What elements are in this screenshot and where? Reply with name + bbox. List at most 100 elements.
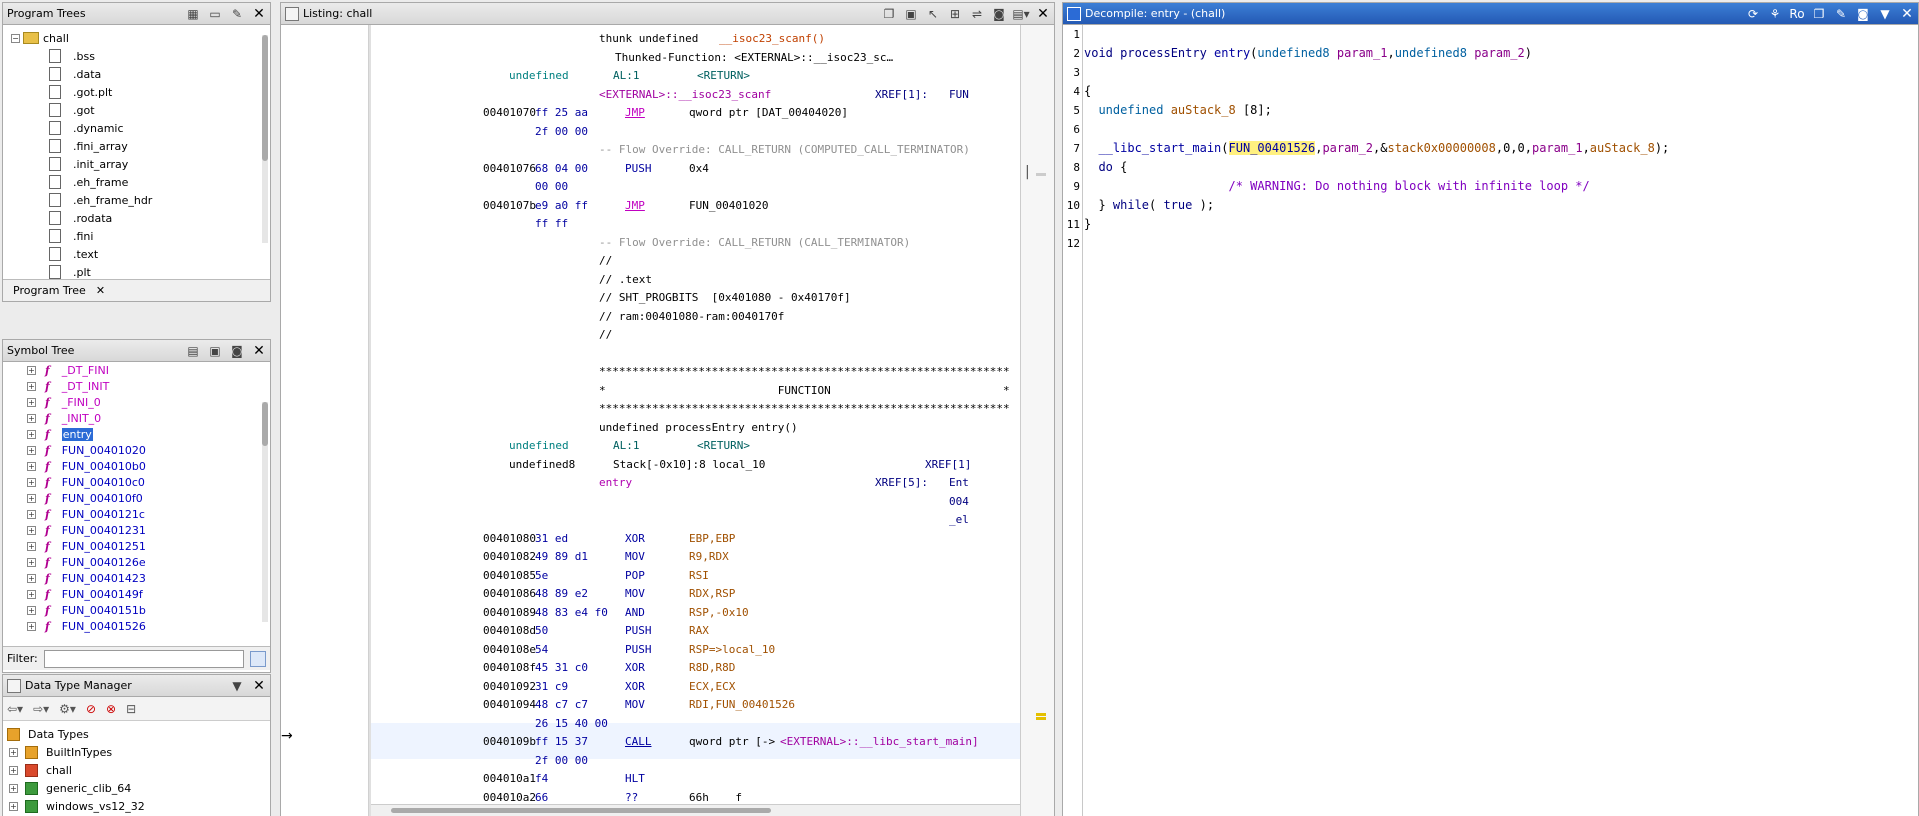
expand-icon[interactable]: +	[9, 765, 18, 775]
listing-cell[interactable]: 00401070	[483, 104, 536, 122]
symbol-tree-item[interactable]: + f FUN_00401251	[3, 538, 270, 554]
data-type-archive-item[interactable]: + chall	[3, 761, 270, 779]
code-token[interactable]: {	[1113, 160, 1127, 174]
decompiled-code[interactable]: void processEntry entry (undefined8 param…	[1084, 25, 1918, 816]
open-folder-icon[interactable]: ▭	[206, 5, 224, 23]
code-token[interactable]: param_1	[1337, 46, 1388, 60]
listing-cell[interactable]: RSP,-0x10	[689, 604, 749, 622]
expand-icon[interactable]: +	[9, 801, 18, 811]
data-type-archive-item[interactable]: + BuiltInTypes	[3, 743, 270, 761]
listing-cell[interactable]: * FUNCTION *	[599, 382, 1010, 400]
listing-cell[interactable]: ECX,ECX	[689, 678, 735, 696]
code-token[interactable]: void	[1084, 46, 1120, 60]
listing-cell[interactable]: undefined processEntry entry()	[599, 419, 798, 437]
listing-cell[interactable]: 49 89 d1	[535, 548, 588, 566]
symbol-tree-scrollbar[interactable]	[262, 402, 268, 622]
code-token[interactable]: param_1	[1532, 141, 1583, 155]
listing-cell[interactable]: ff ff	[535, 215, 568, 233]
listing-cell[interactable]: 48 89 e2	[535, 585, 588, 603]
listing-cell[interactable]: qword ptr [->	[689, 733, 775, 751]
listing-horizontal-scrollbar[interactable]	[371, 804, 1020, 816]
listing-cell[interactable]: 5e	[535, 567, 548, 585]
filter-arrays-icon[interactable]: ⊘	[86, 702, 96, 716]
snapshot-icon[interactable]: ◙	[990, 5, 1008, 23]
listing-cell[interactable]: XOR	[625, 678, 645, 696]
listing-cell[interactable]: 00 00	[535, 178, 568, 196]
listing-cell[interactable]: RSI	[689, 567, 709, 585]
scrollbar-thumb[interactable]	[262, 35, 268, 161]
listing-cell[interactable]: undefined8	[509, 456, 575, 474]
listing-cell[interactable]: PUSH	[625, 641, 652, 659]
code-token[interactable]: undefined8	[1257, 46, 1336, 60]
expand-icon[interactable]: +	[27, 381, 36, 391]
expand-icon[interactable]: +	[27, 493, 36, 503]
code-token[interactable]: ,&	[1373, 141, 1387, 155]
paste-icon[interactable]: ▣	[902, 5, 920, 23]
listing-cell[interactable]: R9,RDX	[689, 548, 729, 566]
symbol-tree-item[interactable]: + f FUN_004010b0	[3, 458, 270, 474]
expand-icon[interactable]: +	[9, 783, 18, 793]
listing-cell[interactable]: __isoc23_scanf()	[719, 30, 825, 48]
code-token[interactable]: auStack_8	[1171, 103, 1236, 117]
options-icon[interactable]: ▤▾	[1012, 5, 1030, 23]
listing-cell[interactable]: 68 04 00	[535, 160, 588, 178]
listing-cell[interactable]: <EXTERNAL>::__isoc23_scanf	[599, 86, 771, 104]
collapse-icon[interactable]: −	[11, 33, 20, 43]
listing-cell[interactable]: //	[599, 252, 612, 270]
symbol-tree-item[interactable]: + f FUN_00401423	[3, 570, 270, 586]
expand-icon[interactable]: +	[27, 413, 36, 423]
code-token[interactable]: stack0x00000008	[1387, 141, 1495, 155]
listing-cell[interactable]: MOV	[625, 696, 645, 714]
listing-cell[interactable]: PUSH	[625, 160, 652, 178]
expand-icon[interactable]: +	[27, 605, 36, 615]
close-tab-icon[interactable]: ✕	[96, 284, 105, 297]
expand-icon[interactable]: +	[9, 747, 18, 757]
code-token[interactable]: );	[1192, 198, 1214, 212]
listing-cell[interactable]: // SHT_PROGBITS [0x401080 - 0x40170f]	[599, 289, 851, 307]
copy-icon[interactable]: ❐	[1810, 5, 1828, 23]
code-line[interactable]: __libc_start_main(FUN_00401526, param_2,&…	[1084, 139, 1918, 158]
listing-cell[interactable]: 0040107b	[483, 197, 536, 215]
symbol-tree-item[interactable]: + f _FINI_0	[3, 394, 270, 410]
listing-cell[interactable]: 004010a1	[483, 770, 536, 788]
listing-cell[interactable]: -- Flow Override: CALL_RETURN (COMPUTED_…	[599, 141, 970, 159]
listing-cell[interactable]: f4	[535, 770, 548, 788]
listing-cell[interactable]: 2f 00 00	[535, 752, 588, 770]
collapse-all-icon[interactable]: ⊟	[126, 702, 136, 716]
listing-cell[interactable]: _el	[949, 511, 969, 529]
listing-cell[interactable]: ff 25 aa	[535, 104, 588, 122]
listing-cell[interactable]: 00401076	[483, 160, 536, 178]
tree-section-item[interactable]: .fini_array	[3, 137, 270, 155]
code-token[interactable]: )	[1525, 46, 1532, 60]
listing-cell[interactable]: <RETURN>	[697, 437, 750, 455]
code-line[interactable]: {	[1084, 82, 1918, 101]
filter-pointers-icon[interactable]: ⊗	[106, 702, 116, 716]
symbol-tree-item[interactable]: + f _DT_FINI	[3, 362, 270, 378]
code-token[interactable]: }	[1084, 198, 1113, 212]
expand-icon[interactable]: +	[27, 429, 36, 439]
code-token[interactable]: undefined	[1098, 103, 1170, 117]
code-token[interactable]: /* WARNING: Do nothing block with infini…	[1229, 179, 1590, 193]
listing-cell[interactable]: PUSH	[625, 622, 652, 640]
listing-cell[interactable]: 00401086	[483, 585, 536, 603]
listing-cell[interactable]: RAX	[689, 622, 709, 640]
refresh-icon[interactable]: ⟳	[1744, 5, 1762, 23]
back-arrow-icon[interactable]: ⇦▾	[7, 702, 23, 716]
code-token[interactable]: auStack_8	[1590, 141, 1655, 155]
listing-cell[interactable]: JMP	[625, 104, 645, 122]
program-tree-scrollbar[interactable]	[262, 35, 268, 243]
listing-cell[interactable]: e9 a0 ff	[535, 197, 588, 215]
expand-icon[interactable]: +	[27, 525, 36, 535]
listing-cell[interactable]: 0x4	[689, 160, 709, 178]
tree-section-item[interactable]: .bss	[3, 47, 270, 65]
code-token[interactable]: (	[1149, 198, 1163, 212]
decompile-body[interactable]: 1 2 3 4 5 6 7 8 9 10 11 12 void processEntry entry(…	[1063, 25, 1918, 816]
expand-icon[interactable]: +	[27, 477, 36, 487]
listing-cell[interactable]: undefined	[509, 67, 569, 85]
expand-icon[interactable]: +	[27, 557, 36, 567]
data-type-archive-item[interactable]: + windows_vs12_32	[3, 797, 270, 815]
listing-cell[interactable]: undefined	[509, 437, 569, 455]
symbol-tree-item[interactable]: + f entry	[3, 426, 270, 442]
expand-icon[interactable]: +	[27, 365, 36, 375]
listing-cell[interactable]: RDI,FUN_00401526	[689, 696, 795, 714]
